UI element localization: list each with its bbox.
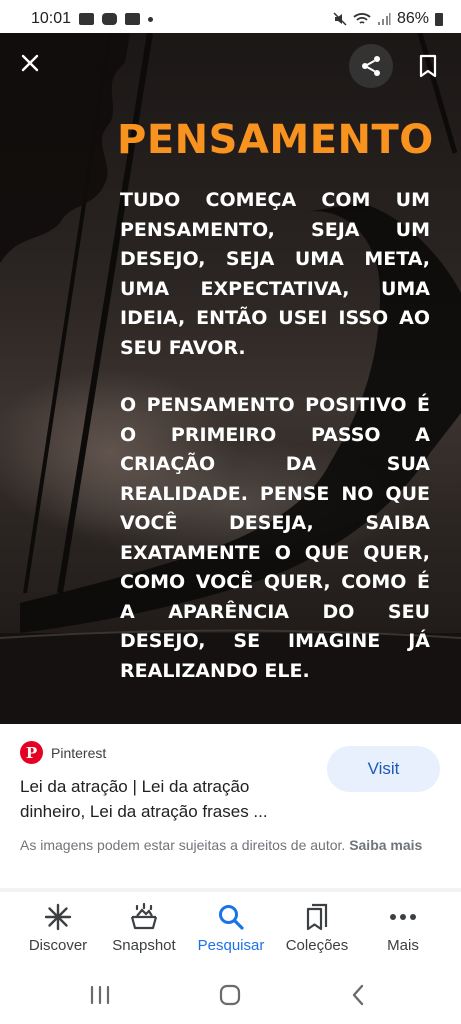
- recent-apps-icon: [90, 985, 110, 1005]
- photos-icon: [102, 13, 118, 25]
- snapshot-icon: [128, 901, 160, 933]
- bottom-nav: Discover Snapshot Pesquisar Coleções Mai…: [0, 892, 461, 964]
- battery-percent: 86%: [396, 10, 429, 27]
- nav-search[interactable]: Pesquisar: [186, 892, 276, 954]
- nav-label: Discover: [28, 937, 88, 954]
- nav-label: Coleções: [285, 937, 349, 954]
- close-button[interactable]: [14, 47, 46, 79]
- share-button[interactable]: [349, 44, 393, 88]
- more-icon: [387, 901, 419, 933]
- search-icon: [215, 901, 247, 933]
- nav-snapshot[interactable]: Snapshot: [99, 892, 189, 954]
- home-icon: [219, 984, 241, 1006]
- asterisk-icon: [42, 901, 74, 933]
- nav-label: Snapshot: [112, 937, 176, 954]
- signal-icon: [377, 13, 391, 25]
- nav-discover[interactable]: Discover: [13, 892, 103, 954]
- copyright-text: As imagens podem estar sujeitas a direit…: [20, 837, 346, 853]
- mute-icon: [333, 12, 347, 26]
- result-info-panel: P Pinterest Lei da atração | Lei da atra…: [0, 724, 461, 892]
- status-left: 10:01: [31, 10, 154, 28]
- system-nav: [0, 964, 461, 1024]
- back-icon: [352, 984, 364, 1006]
- status-right: 86%: [333, 10, 443, 28]
- pinterest-logo-icon: P: [20, 741, 43, 764]
- nav-more[interactable]: Mais: [358, 892, 448, 954]
- nav-label: Pesquisar: [197, 937, 265, 954]
- youtube-icon: [125, 13, 141, 25]
- clock: 10:01: [31, 10, 72, 27]
- image-paragraph-2: O PENSAMENTO POSITIVO É O PRIMEIRO PASSO…: [120, 394, 430, 682]
- source[interactable]: P Pinterest: [20, 741, 106, 764]
- image-paragraph-1: TUDO COMEÇA COM UM PENSAMENTO, SEJA UM D…: [120, 189, 430, 359]
- nav-collections[interactable]: Coleções: [272, 892, 362, 954]
- visit-button[interactable]: Visit: [327, 746, 440, 792]
- more-notifications-icon: [148, 16, 154, 22]
- bookmark-icon: [419, 54, 437, 78]
- share-icon: [362, 56, 380, 76]
- collections-icon: [301, 901, 333, 933]
- save-button[interactable]: [412, 49, 444, 83]
- battery-icon: [435, 12, 443, 26]
- image-viewer[interactable]: PENSAMENTO TUDO COMEÇA COM UM PENSAMENTO…: [0, 33, 461, 724]
- result-title[interactable]: Lei da atração | Lei da atração dinheiro…: [20, 774, 310, 824]
- recent-apps-button[interactable]: [80, 981, 120, 1009]
- home-button[interactable]: [210, 981, 250, 1009]
- source-name: Pinterest: [51, 744, 107, 761]
- back-button[interactable]: [338, 981, 378, 1009]
- gmail-icon: [79, 13, 95, 25]
- nav-label: Mais: [387, 937, 419, 954]
- close-icon: [21, 54, 39, 72]
- copyright-notice: As imagens podem estar sujeitas a direit…: [20, 833, 440, 857]
- learn-more-link[interactable]: Saiba mais: [349, 837, 422, 853]
- wifi-icon: [353, 13, 371, 24]
- image-title: PENSAMENTO: [117, 117, 434, 163]
